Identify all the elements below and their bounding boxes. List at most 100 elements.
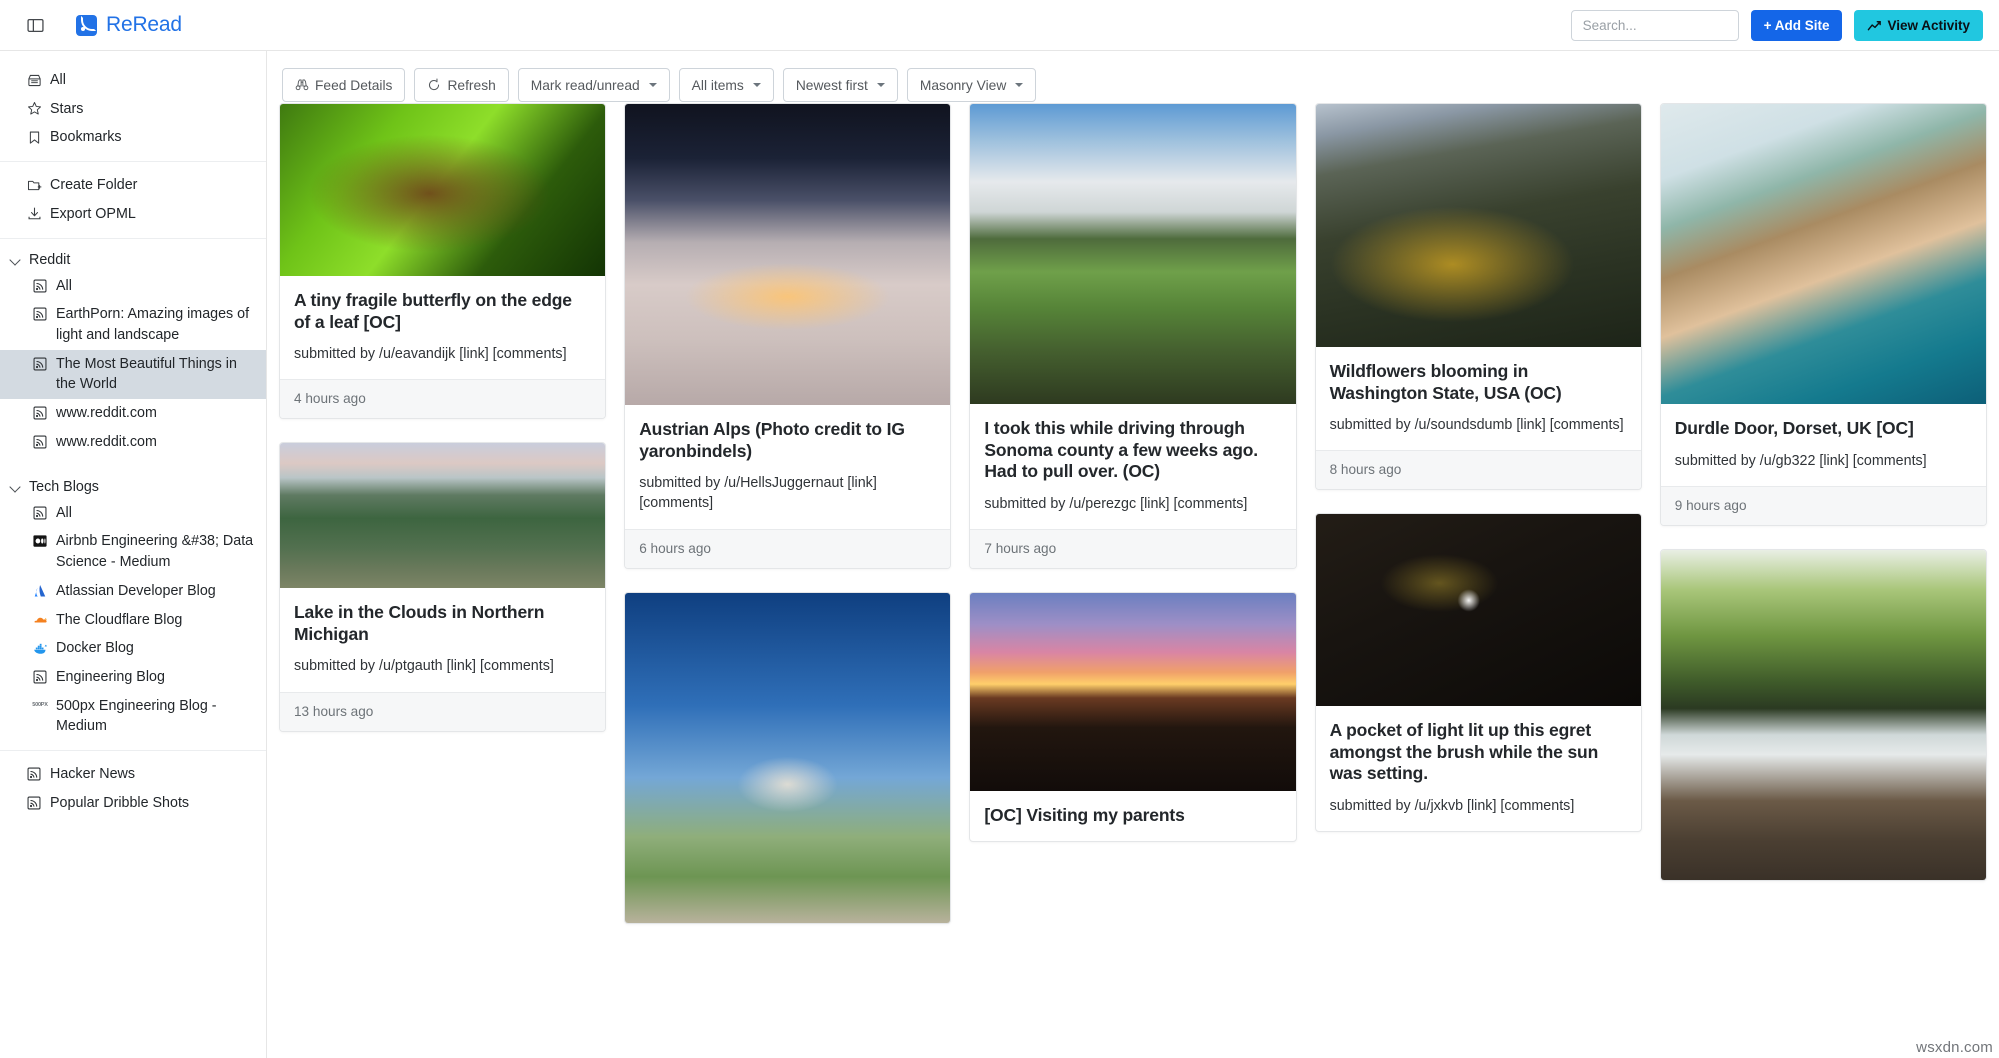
folder-header-tech-blogs[interactable]: Tech Blogs (0, 475, 266, 499)
sort-order-label: Newest first (795, 77, 868, 93)
rss-icon (76, 14, 97, 36)
rss-icon (32, 355, 48, 373)
feed-card-submitted: submitted by /u/HellsJuggernaut [link] [… (639, 475, 877, 512)
ashton-memorial-dome-image (625, 592, 951, 923)
sidebar-item-bookmarks[interactable]: Bookmarks (0, 123, 266, 152)
egret-in-brush-image (1315, 514, 1641, 707)
feed-card-title: Lake in the Clouds in Northern Michigan (294, 602, 545, 644)
sidebar-item-docker-blog[interactable]: Docker Blog (0, 634, 266, 663)
durdle-door-image (1660, 104, 1986, 404)
mark-read-unread-dropdown[interactable]: Mark read/unread (517, 68, 670, 102)
sidebar-item-500px-engineering-blog[interactable]: 500PX 500px Engineering Blog - Medium (0, 692, 266, 741)
sidebar-folder-tech-blogs: Tech Blogs All Airbnb Engineering &#38; … (0, 466, 266, 750)
sort-order-dropdown[interactable]: Newest first (782, 68, 898, 102)
sidebar-item-label: Docker Blog (56, 640, 134, 657)
sidebar-item-earthporn[interactable]: EarthPorn: Amazing images of light and l… (0, 300, 266, 349)
feed-card-timestamp: 13 hours ago (280, 691, 606, 731)
sidebar-item-label: Stars (50, 100, 84, 117)
sidebar-item-all[interactable]: All (0, 66, 266, 95)
sidebar-item-label: The Cloudflare Blog (56, 611, 183, 628)
feed-card[interactable]: [OC] Visiting my parents (969, 591, 1297, 843)
folder-name: Tech Blogs (29, 478, 99, 495)
feed-card-title: Wildflowers blooming in Washington State… (1329, 361, 1562, 403)
sidebar-item-label: All (56, 277, 72, 294)
inbox-icon (26, 71, 42, 89)
sidebar-item-label: Hacker News (50, 766, 136, 783)
feed-card[interactable]: Durdle Door, Dorset, UK [OC] submitted b… (1659, 103, 1987, 526)
rss-icon (32, 305, 48, 323)
feed-main: Feed Details Refresh Mark read/unread Al… (267, 51, 1999, 1058)
sidebar-primary-group: All Stars Bookmarks (0, 57, 266, 161)
view-mode-label: Masonry View (919, 77, 1007, 93)
feed-card-title: Durdle Door, Dorset, UK [OC] (1674, 418, 1914, 438)
sidebar-item-label: The Most Beautiful Things in the World (56, 355, 237, 393)
sidebar-item-airbnb-engineering[interactable]: Airbnb Engineering &#38; Data Science - … (0, 527, 266, 576)
feed-card-timestamp: 6 hours ago (625, 528, 951, 568)
feed-card-submitted: submitted by /u/perezgc [link] [comments… (984, 495, 1248, 512)
feed-card-body: Durdle Door, Dorset, UK [OC] submitted b… (1661, 404, 1986, 486)
view-mode-dropdown[interactable]: Masonry View (906, 68, 1037, 102)
sidebar-toggle-icon[interactable] (22, 12, 48, 38)
feed-card[interactable]: Wildflowers blooming in Washington State… (1314, 103, 1642, 491)
feed-card[interactable]: Austrian Alps (Photo credit to IG yaronb… (624, 103, 952, 569)
feed-card-timestamp: 4 hours ago (280, 379, 606, 419)
folder-header-reddit[interactable]: Reddit (0, 248, 266, 272)
sidebar-item-reddit-com-1[interactable]: www.reddit.com (0, 399, 266, 428)
rss-icon (32, 277, 48, 295)
chevron-down-icon (648, 83, 657, 87)
feed-card[interactable]: A tiny fragile butterfly on the edge of … (279, 103, 607, 420)
rss-icon (26, 794, 42, 812)
waterfall-forest-image (1660, 549, 1986, 880)
sidebar-item-stars[interactable]: Stars (0, 95, 266, 124)
sidebar-item-atlassian-developer-blog[interactable]: Atlassian Developer Blog (0, 577, 266, 606)
sidebar-item-cloudflare-blog[interactable]: The Cloudflare Blog (0, 606, 266, 635)
rss-icon (26, 765, 42, 783)
app-shell: All Stars Bookmarks Create Folder Export… (0, 51, 1999, 1058)
sidebar-item-reddit-all[interactable]: All (0, 272, 266, 301)
rss-icon (32, 404, 48, 422)
sidebar-item-label: www.reddit.com (56, 433, 157, 450)
export-opml-button[interactable]: Export OPML (0, 200, 266, 229)
austrian-alps-night-image (625, 104, 951, 405)
top-bar-actions: + Add Site View Activity (1570, 9, 1983, 41)
feed-card[interactable] (624, 591, 952, 924)
chevron-down-icon (876, 83, 885, 87)
search-input[interactable] (1570, 9, 1739, 41)
refresh-icon (427, 78, 441, 92)
refresh-button[interactable]: Refresh (414, 68, 509, 102)
chevron-down-icon (752, 83, 761, 87)
feed-card-submitted: submitted by /u/jxkvb [link] [comments] (1329, 797, 1575, 814)
butterfly-on-leaf-image (280, 104, 606, 276)
sidebar-item-hacker-news[interactable]: Hacker News (0, 760, 266, 789)
feed-card[interactable]: Lake in the Clouds in Northern Michigan … (279, 442, 607, 732)
sidebar-item-engineering-blog[interactable]: Engineering Blog (0, 663, 266, 692)
bookmark-icon (26, 128, 42, 146)
feed-card-timestamp: 7 hours ago (970, 528, 1296, 568)
sidebar-item-label: All (50, 72, 66, 88)
feed-card[interactable]: I took this while driving through Sonoma… (969, 103, 1297, 569)
folder-children-tech-blogs: All Airbnb Engineering &#38; Data Scienc… (0, 499, 266, 741)
filter-items-dropdown[interactable]: All items (678, 68, 774, 102)
brand-name: ReRead (106, 13, 182, 36)
sonoma-county-field-image (970, 104, 1296, 404)
feed-details-button[interactable]: Feed Details (282, 68, 406, 102)
sidebar-item-label: www.reddit.com (56, 405, 157, 422)
view-activity-button[interactable]: View Activity (1854, 9, 1983, 41)
sidebar: All Stars Bookmarks Create Folder Export… (0, 51, 267, 1058)
sidebar-item-reddit-com-2[interactable]: www.reddit.com (0, 428, 266, 457)
feed-card[interactable] (1659, 548, 1987, 881)
feed-card-title: Austrian Alps (Photo credit to IG yaronb… (639, 419, 905, 461)
feed-card-submitted: submitted by /u/soundsdumb [link] [comme… (1329, 417, 1624, 434)
sidebar-item-most-beautiful-things[interactable]: The Most Beautiful Things in the World (0, 349, 266, 400)
sidebar-item-tech-all[interactable]: All (0, 499, 266, 528)
rss-icon (32, 433, 48, 451)
sidebar-item-label: Export OPML (50, 205, 136, 222)
sidebar-item-label: Atlassian Developer Blog (56, 582, 216, 599)
sidebar-item-label: Bookmarks (50, 129, 122, 146)
brand-logo[interactable]: ReRead (76, 13, 182, 37)
sidebar-item-popular-dribble-shots[interactable]: Popular Dribble Shots (0, 789, 266, 818)
sidebar-standalone-group: Hacker News Popular Dribble Shots (0, 751, 266, 826)
feed-card[interactable]: A pocket of light lit up this egret amon… (1314, 513, 1642, 833)
add-site-button[interactable]: + Add Site (1750, 9, 1843, 41)
create-folder-button[interactable]: Create Folder (0, 171, 266, 200)
